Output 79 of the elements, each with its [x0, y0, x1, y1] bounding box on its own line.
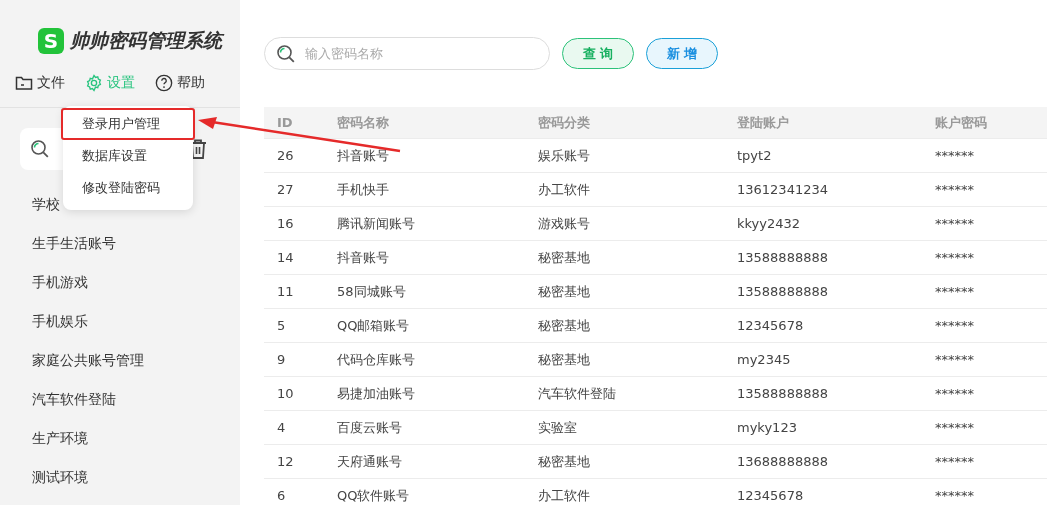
table-cell-text: 12345678 [737, 488, 805, 503]
table-cell-text: 14 [277, 250, 295, 265]
table-cell-text: 12345678 [737, 318, 805, 333]
table-cell-text: 实验室 [538, 418, 578, 437]
table-cell-text: 娱乐账号 [538, 146, 591, 165]
folder-icon [15, 75, 33, 91]
table-cell-text: 4 [277, 420, 287, 435]
table-cell-text: 12 [277, 454, 295, 469]
column-header: 账户密码 [935, 113, 988, 132]
dropdown-item[interactable]: 登录用户管理 [61, 108, 195, 140]
table-cell-text: ****** [935, 250, 975, 265]
settings-icon [85, 74, 103, 92]
table-cell-text: ****** [935, 454, 975, 469]
table-cell-text: 秘密基地 [538, 316, 591, 335]
table-cell-text: tpyt2 [737, 148, 773, 163]
table-cell-text: 5 [277, 318, 287, 333]
help-icon [155, 74, 173, 92]
table-cell-text: 13588888888 [737, 386, 829, 401]
search-field[interactable]: 输入密码名称 [264, 37, 550, 70]
table-cell-text: kkyy2432 [737, 216, 802, 231]
table-cell-text: ****** [935, 318, 975, 333]
table-cell-text: 27 [277, 182, 295, 197]
table-cell-text: 抖音账号 [337, 146, 390, 165]
table-cell-text: 16 [277, 216, 295, 231]
table-cell-text: ****** [935, 352, 975, 367]
table-cell-text: ****** [935, 420, 975, 435]
column-header: 登陆账户 [737, 113, 790, 132]
table-cell-text: 58同城账号 [337, 282, 407, 301]
table-cell-text: QQ软件账号 [337, 486, 411, 505]
table-cell-text: 办工软件 [538, 180, 591, 199]
table-cell-text: 13612341234 [737, 182, 829, 197]
table-cell-text: ****** [935, 386, 975, 401]
category-item[interactable]: 家庭公共账号管理 [32, 351, 240, 369]
table-cell-text: ****** [935, 284, 975, 299]
table-cell-text: my2345 [737, 352, 792, 367]
table-cell-text: 13588888888 [737, 250, 829, 265]
table-cell-text: 秘密基地 [538, 248, 591, 267]
dropdown-item[interactable]: 数据库设置 [61, 140, 195, 172]
category-item[interactable]: 测试环境 [32, 468, 240, 486]
table-cell-text: 13688888888 [737, 454, 829, 469]
table-cell-text: QQ邮箱账号 [337, 316, 411, 335]
column-header: ID [277, 115, 294, 130]
table-cell-text: 代码仓库账号 [337, 350, 416, 369]
table-cell-text: 26 [277, 148, 295, 163]
table-cell-text: 游戏账号 [538, 214, 591, 233]
category-item[interactable]: 生手生活账号 [32, 234, 240, 252]
table-cell-text: 抖音账号 [337, 248, 390, 267]
table-cell-text: 手机快手 [337, 180, 390, 199]
table-cell-text: 天府通账号 [337, 452, 403, 471]
table-cell-text: ****** [935, 216, 975, 231]
table-cell-text: 秘密基地 [538, 282, 591, 301]
app-logo: S [38, 28, 64, 54]
search-icon [30, 139, 50, 159]
table-cell-text: myky123 [737, 420, 798, 435]
dropdown-item[interactable]: 修改登陆密码 [61, 172, 195, 204]
column-header: 密码名称 [337, 113, 390, 132]
table-cell-text: 6 [277, 488, 287, 503]
table-cell-text: 腾讯新闻账号 [337, 214, 416, 233]
table-cell-text: 易捷加油账号 [337, 384, 416, 403]
table-cell-text: 13588888888 [737, 284, 829, 299]
search-icon [276, 44, 296, 64]
table-cell-text: 10 [277, 386, 295, 401]
category-item[interactable]: 汽车软件登陆 [32, 390, 240, 408]
table-cell-text: ****** [935, 182, 975, 197]
table-cell-text: ****** [935, 148, 975, 163]
table-cell-text: ****** [935, 488, 975, 503]
category-item[interactable]: 生产环境 [32, 429, 240, 447]
table-cell-text: 秘密基地 [538, 350, 591, 369]
table-cell-text: 办工软件 [538, 486, 591, 505]
table-cell-text: 汽车软件登陆 [538, 384, 617, 403]
table-cell-text: 百度云账号 [337, 418, 403, 437]
menu-item[interactable]: 帮助 [155, 72, 205, 94]
table-cell-text: 9 [277, 352, 287, 367]
table-cell-text: 11 [277, 284, 295, 299]
column-header: 密码分类 [538, 113, 591, 132]
category-item[interactable]: 手机游戏 [32, 273, 240, 291]
menu-item[interactable]: 文件 [15, 72, 65, 94]
table-cell-text: 秘密基地 [538, 452, 591, 471]
category-item[interactable]: 手机娱乐 [32, 312, 240, 330]
